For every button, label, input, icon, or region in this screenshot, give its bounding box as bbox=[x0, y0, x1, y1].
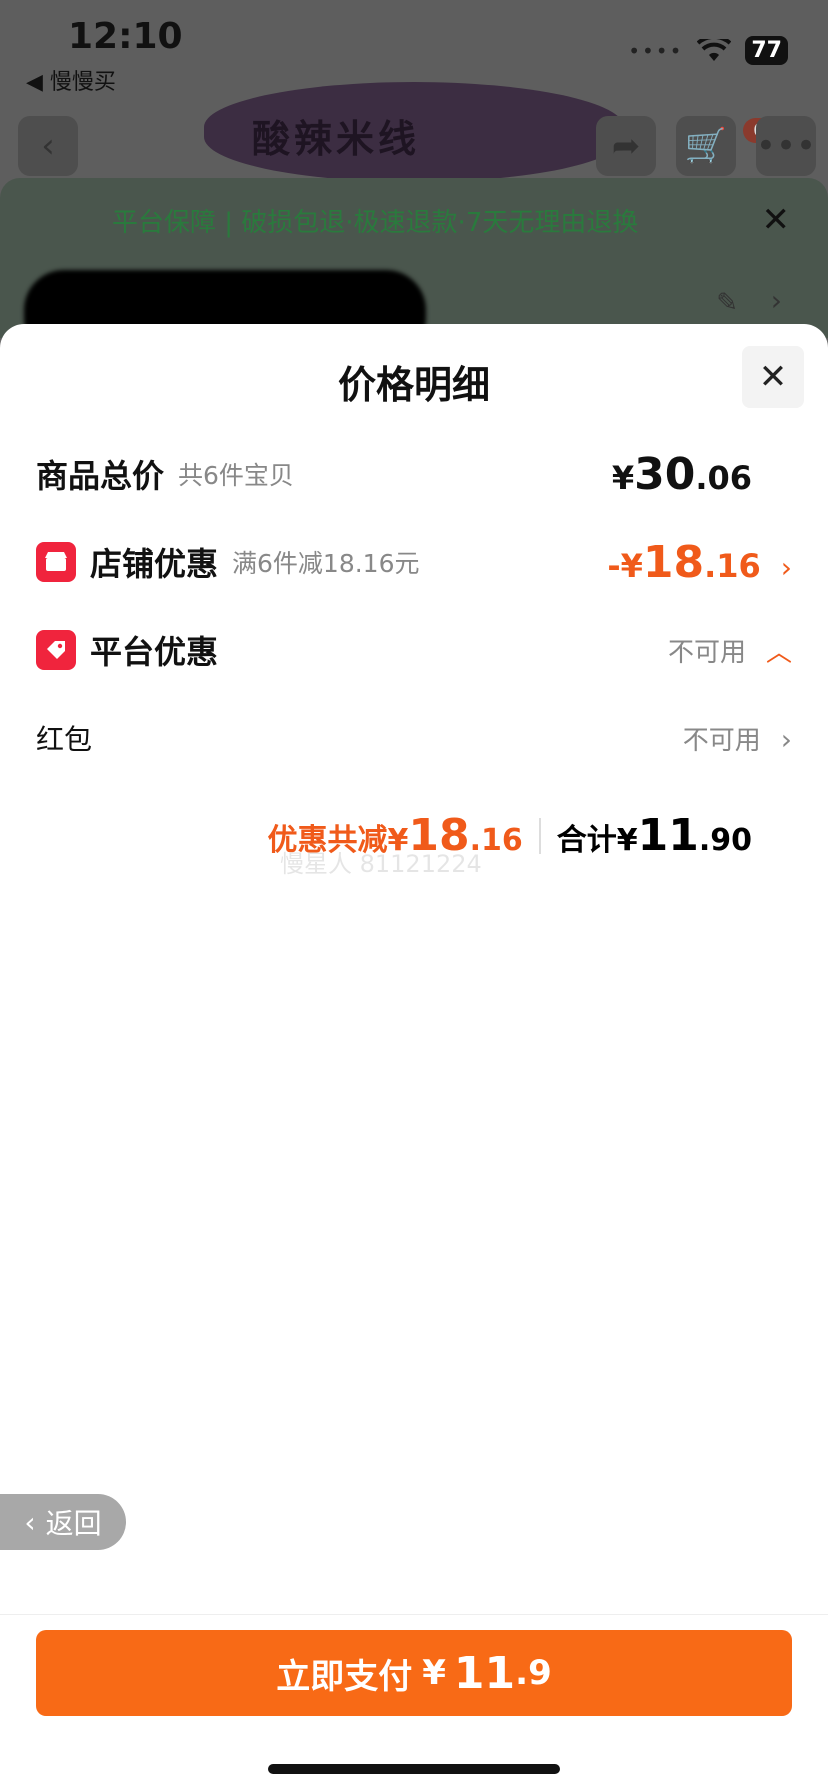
guarantee-text: 平台保障 | 破损包退·极速退款·7天无理由退换 bbox=[112, 208, 639, 238]
status-text: 不可用 bbox=[682, 725, 761, 756]
divider bbox=[538, 817, 541, 854]
pay-int: 11 bbox=[453, 1647, 516, 1699]
chevron-right-icon: › bbox=[780, 722, 792, 756]
product-thumbnail-text: 酸辣米线 bbox=[252, 117, 421, 161]
battery-icon: 77 bbox=[745, 36, 788, 65]
row-label: 店铺优惠 bbox=[90, 545, 219, 583]
chevron-right-icon: › bbox=[780, 550, 792, 584]
background-app: 12:10 ◀ 慢慢买 •••• 77 ‹ 酸辣米线 ➦ 🛒 63 ••• 平台… bbox=[0, 0, 828, 358]
more-icon[interactable]: ••• bbox=[756, 116, 816, 176]
signal-icon: •••• bbox=[628, 38, 684, 63]
price-dec: .06 bbox=[695, 458, 752, 497]
price-int: 18 bbox=[642, 536, 705, 588]
price-int: 30 bbox=[634, 448, 696, 500]
footer-divider bbox=[0, 1614, 828, 1615]
close-icon[interactable]: ✕ bbox=[762, 200, 791, 240]
row-shop-discount[interactable]: 店铺优惠 满6件减18.16元 -¥ 18 .16 › bbox=[36, 532, 792, 592]
chevron-left-icon: ‹ bbox=[24, 1505, 36, 1539]
share-icon[interactable]: ➦ bbox=[596, 116, 656, 176]
shop-discount-amount: -¥ 18 .16 › bbox=[607, 537, 792, 588]
close-icon[interactable]: ✕ bbox=[742, 346, 804, 408]
row-sub: 满6件减18.16元 bbox=[232, 549, 420, 578]
price-prefix: -¥ bbox=[607, 546, 643, 585]
row-sub: 共6件宝贝 bbox=[178, 461, 294, 490]
return-button[interactable]: ‹ 返回 bbox=[0, 1494, 126, 1550]
wifi-icon bbox=[697, 38, 732, 61]
row-label: 红包 bbox=[36, 723, 93, 756]
pay-currency: ¥ bbox=[422, 1653, 446, 1693]
chevron-right-icon[interactable]: › bbox=[771, 284, 782, 317]
watermark: 慢星人 81121224 bbox=[280, 850, 482, 878]
pay-label: 立即支付 bbox=[276, 1656, 413, 1697]
back-to-app-link[interactable]: ◀ 慢慢买 bbox=[26, 64, 116, 96]
row-platform-discount[interactable]: 平台优惠 不可用 ︿ bbox=[36, 620, 792, 680]
status-time: 12:10 bbox=[68, 16, 183, 57]
row-label: 平台优惠 bbox=[90, 633, 219, 671]
currency-symbol: ¥ bbox=[611, 458, 635, 497]
sheet-title: 价格明细 bbox=[337, 363, 490, 407]
red-packet-status: 不可用 › bbox=[683, 720, 792, 757]
row-goods-total: 商品总价 共6件宝贝 ¥ 30 .06 bbox=[36, 444, 792, 504]
back-icon[interactable]: ‹ bbox=[18, 116, 78, 176]
price-detail-sheet: 价格明细 ✕ 商品总价 共6件宝贝 ¥ 30 .06 店铺优惠 满6件减18.1… bbox=[0, 324, 828, 1792]
platform-discount-status: 不可用 ︿ bbox=[668, 632, 792, 669]
return-label: 返回 bbox=[45, 1507, 102, 1540]
edit-icon[interactable]: ✎ bbox=[716, 288, 738, 318]
price-dec: .16 bbox=[704, 546, 761, 585]
home-indicator bbox=[268, 1764, 560, 1774]
total-dec: .90 bbox=[698, 823, 752, 858]
cart-icon[interactable]: 🛒 bbox=[676, 116, 736, 176]
chevron-up-icon: ︿ bbox=[765, 637, 792, 668]
status-text: 不可用 bbox=[667, 637, 746, 668]
total-int: 11 bbox=[637, 810, 699, 861]
guarantee-bar: 平台保障 | 破损包退·极速退款·7天无理由退换 ✕ ✎ › bbox=[0, 178, 828, 358]
goods-total-price: ¥ 30 .06 bbox=[612, 449, 752, 500]
row-red-packet[interactable]: 红包 不可用 › bbox=[36, 708, 792, 768]
coupon-icon bbox=[36, 630, 76, 670]
shop-icon bbox=[36, 542, 76, 582]
total-label: 合计¥ bbox=[556, 823, 638, 858]
pay-dec: .9 bbox=[515, 1653, 552, 1693]
status-icons: •••• 77 bbox=[628, 36, 788, 65]
pay-now-button[interactable]: 立即支付 ¥ 11 .9 bbox=[36, 1630, 792, 1716]
row-label: 商品总价 bbox=[36, 457, 165, 495]
